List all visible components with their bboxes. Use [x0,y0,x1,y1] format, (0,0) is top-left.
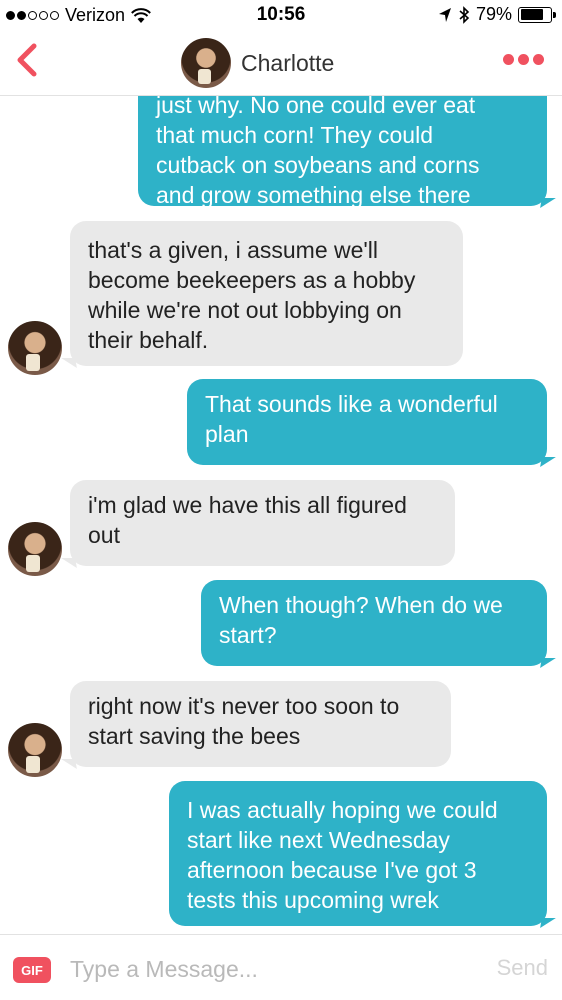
message-composer: GIF Send [0,934,562,1000]
message-line: When though? When do we [219,592,503,618]
battery-icon [518,6,556,23]
message-input[interactable] [70,951,470,987]
message-line: tests this upcoming wrek [187,887,439,913]
message-line: plan [205,421,249,447]
message-line: i'm glad we have this all figured [88,492,407,518]
message-line: start? [219,622,277,648]
bluetooth-icon [459,5,470,24]
message-line: I was actually hoping we could [187,797,498,823]
message-bubble-incoming: right now it's never too soon to start s… [70,681,451,767]
message-line: cutback on soybeans and corns [156,152,480,178]
contact-title[interactable]: Charlotte [181,38,334,88]
message-bubble-incoming: i'm glad we have this all figured out [70,480,455,566]
battery-percent: 79% [475,4,512,24]
message-bubble-outgoing: just why. No one could ever eat that muc… [138,96,547,208]
avatar[interactable] [8,522,62,576]
message-line: afternoon because I've got 3 [187,857,477,883]
contact-name: Charlotte [241,49,335,76]
message-line: That sounds like a wonderful [205,391,498,417]
chevron-left-icon [17,43,37,77]
message-line: start like next Wednesday [187,827,450,853]
chat-header: Charlotte [0,30,562,96]
message-bubble-outgoing: When though? When do we start? [201,580,547,666]
message-line: that's a given, i assume we'll [88,237,379,263]
message-line: while we're not out lobbying on [88,297,402,323]
message-bubble-outgoing: I was actually hoping we could start lik… [169,781,547,926]
avatar[interactable] [8,723,62,777]
message-bubble-incoming: that's a given, i assume we'll become be… [70,221,463,366]
message-line: become beekeepers as a hobby [88,267,416,293]
avatar[interactable] [8,321,62,375]
status-bar: Verizon 10:56 79% [0,0,562,30]
gif-button[interactable]: GIF [13,957,51,983]
message-line: start saving the bees [88,723,301,749]
more-button[interactable] [503,54,544,65]
message-list[interactable]: just why. No one could ever eat that muc… [0,96,562,934]
message-line: that much corn! They could [156,122,433,148]
message-line: just why. No one could ever eat [156,96,476,118]
message-line: out [88,522,120,548]
message-bubble-outgoing: That sounds like a wonderful plan [187,379,547,465]
location-arrow-icon [438,7,451,22]
more-dots-icon [503,54,514,65]
message-line: and grow something else there [156,182,471,208]
status-right: 79% [438,4,556,25]
message-line: their behalf. [88,327,209,353]
avatar[interactable] [181,38,231,88]
message-line: right now it's never too soon to [88,693,400,719]
send-button[interactable]: Send [497,955,548,981]
back-button[interactable] [10,40,44,80]
